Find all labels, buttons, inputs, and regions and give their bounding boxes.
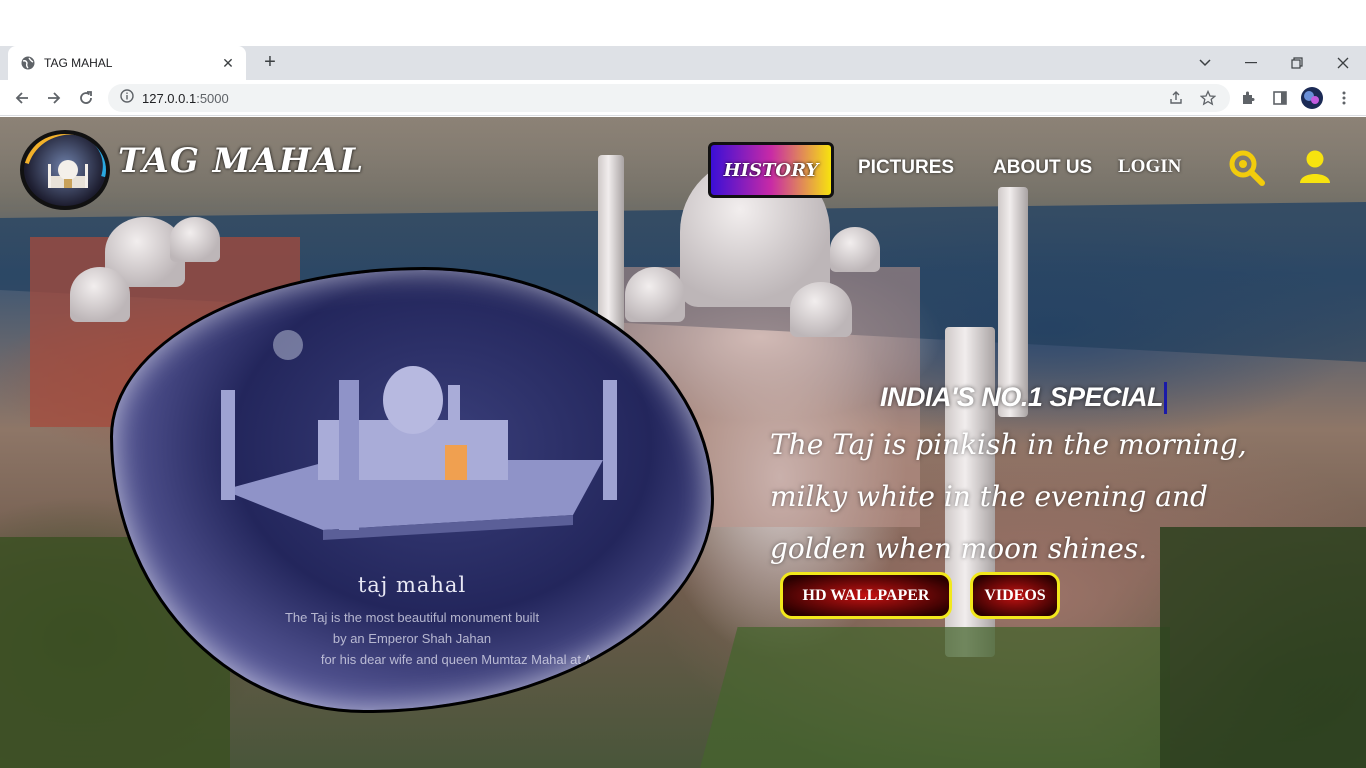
card-text-line: by an Emperor Shah Jahan [332,631,492,646]
mosque-dome [170,217,220,262]
search-icon[interactable] [1228,149,1266,192]
menu-icon[interactable] [1331,86,1357,110]
small-dome [790,282,852,337]
sidepanel-icon[interactable] [1267,86,1293,110]
back-icon[interactable] [9,86,35,110]
small-dome [625,267,685,322]
hero-title: INDIA'S NO.1 SPECIAL [880,382,1163,412]
card-title: taj mahal [357,573,467,597]
info-card: taj mahal The Taj is the most beautiful … [110,267,714,713]
user-icon[interactable] [1298,149,1332,190]
profile-icon[interactable] [1299,86,1325,110]
new-tab-button[interactable]: + [258,51,282,75]
tab-strip: TAG MAHAL ✕ + [0,46,1366,80]
nav-pictures-link[interactable]: PICTURES [858,157,954,179]
reload-icon[interactable] [73,86,99,110]
share-icon[interactable] [1163,86,1189,110]
site-logo[interactable] [20,130,110,210]
nav-history-button[interactable]: HISTORY [708,142,834,198]
nav-login-link[interactable]: LOGIN [1118,156,1181,178]
garden-lawn [700,627,1170,768]
taj-mahal-illustration [221,366,617,540]
small-dome [830,227,880,272]
restore-icon[interactable] [1274,46,1320,80]
close-icon[interactable]: ✕ [220,55,236,72]
brand-name[interactable]: TAG MAHAL [118,141,364,181]
info-icon[interactable] [120,88,134,108]
tab-title: TAG MAHAL [44,56,113,70]
url-host: 127.0.0.1 [142,90,197,106]
url-port: :5000 [196,90,229,106]
card-text-line: for his dear wife and queen Mumtaz Mahal… [320,652,644,667]
url-text: 127.0.0.1:5000 [142,91,229,106]
logo-taj-icon [48,160,88,188]
minimize-icon[interactable] [1228,46,1274,80]
card-text-line: The Taj is the most beautiful monument b… [284,610,540,625]
extensions-icon[interactable] [1235,86,1261,110]
tab-search-icon[interactable] [1182,46,1228,80]
address-bar[interactable]: 127.0.0.1:5000 [108,84,1230,112]
hd-wallpaper-button[interactable]: HD WALLPAPER [780,572,952,619]
mosque-dome [70,267,130,322]
star-icon[interactable] [1195,86,1221,110]
window-close-icon[interactable] [1320,46,1366,80]
browser-toolbar: 127.0.0.1:5000 [0,80,1366,116]
globe-icon [20,55,36,71]
hero-quote: The Taj is pinkish in the morning, milky… [770,428,1247,565]
typing-cursor [1164,382,1167,414]
nav-about-link[interactable]: ABOUT US [993,157,1092,179]
screen-top-margin [0,0,1366,46]
forward-icon[interactable] [41,86,67,110]
browser-tab[interactable]: TAG MAHAL ✕ [8,46,246,80]
videos-button[interactable]: VIDEOS [970,572,1060,619]
page-viewport: TAG MAHAL HISTORY PICTURES ABOUT US LOGI… [0,117,1366,768]
